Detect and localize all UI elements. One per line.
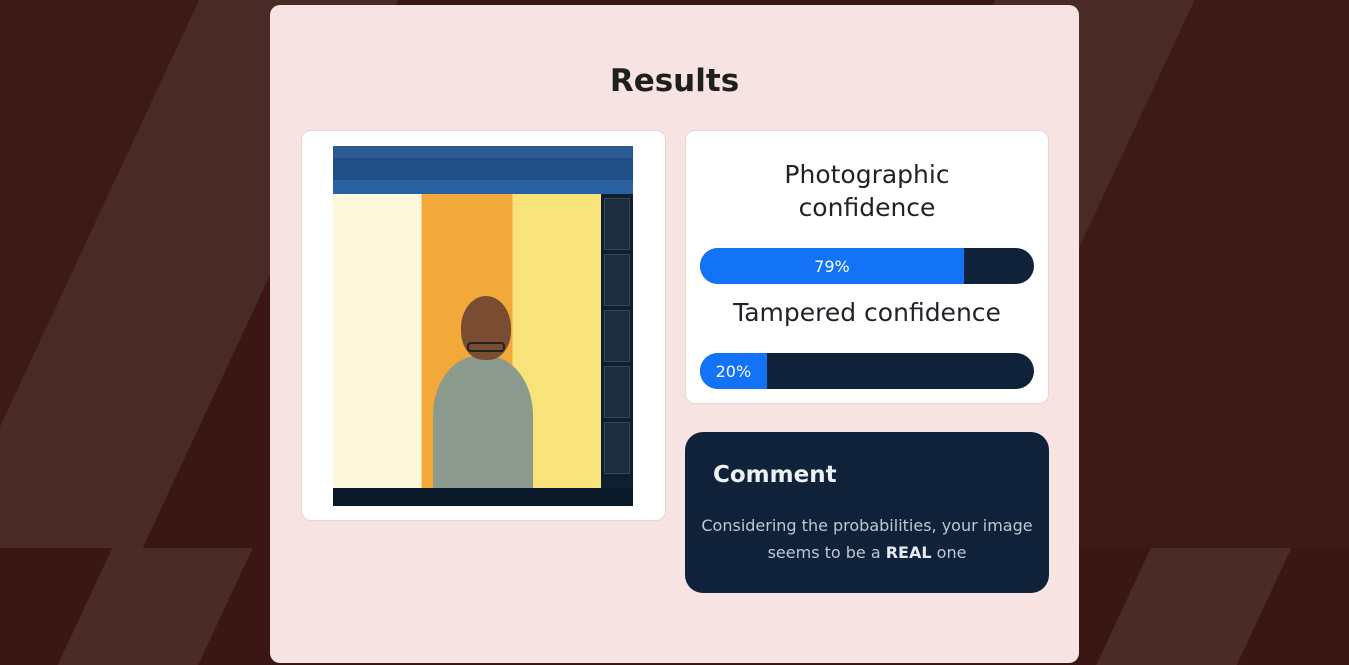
- uploaded-image-card: [301, 130, 666, 521]
- tampered-confidence-fill: 20%: [700, 353, 767, 389]
- confidence-card: Photographic confidence 79% Tampered con…: [685, 130, 1049, 404]
- photographic-confidence-bar: 79%: [700, 248, 1034, 284]
- photographic-confidence-label: Photographic confidence: [784, 160, 950, 222]
- uploaded-image: [333, 146, 633, 506]
- results-panel: Results Photographic confidence 79% Tamp…: [270, 5, 1079, 663]
- comment-card: Comment Considering the probabilities, y…: [685, 432, 1049, 593]
- tampered-confidence-label: Tampered confidence: [733, 298, 1001, 327]
- verdict: REAL: [885, 543, 932, 562]
- tampered-confidence-value: 20%: [715, 361, 752, 381]
- photographic-confidence-value: 79%: [814, 256, 850, 276]
- comment-title: Comment: [713, 462, 837, 488]
- photographic-confidence-fill: 79%: [700, 248, 964, 284]
- page-title: Results: [609, 63, 740, 99]
- comment-text: Considering the probabilities, your imag…: [701, 516, 1033, 562]
- tampered-confidence-bar: 20%: [700, 353, 1034, 389]
